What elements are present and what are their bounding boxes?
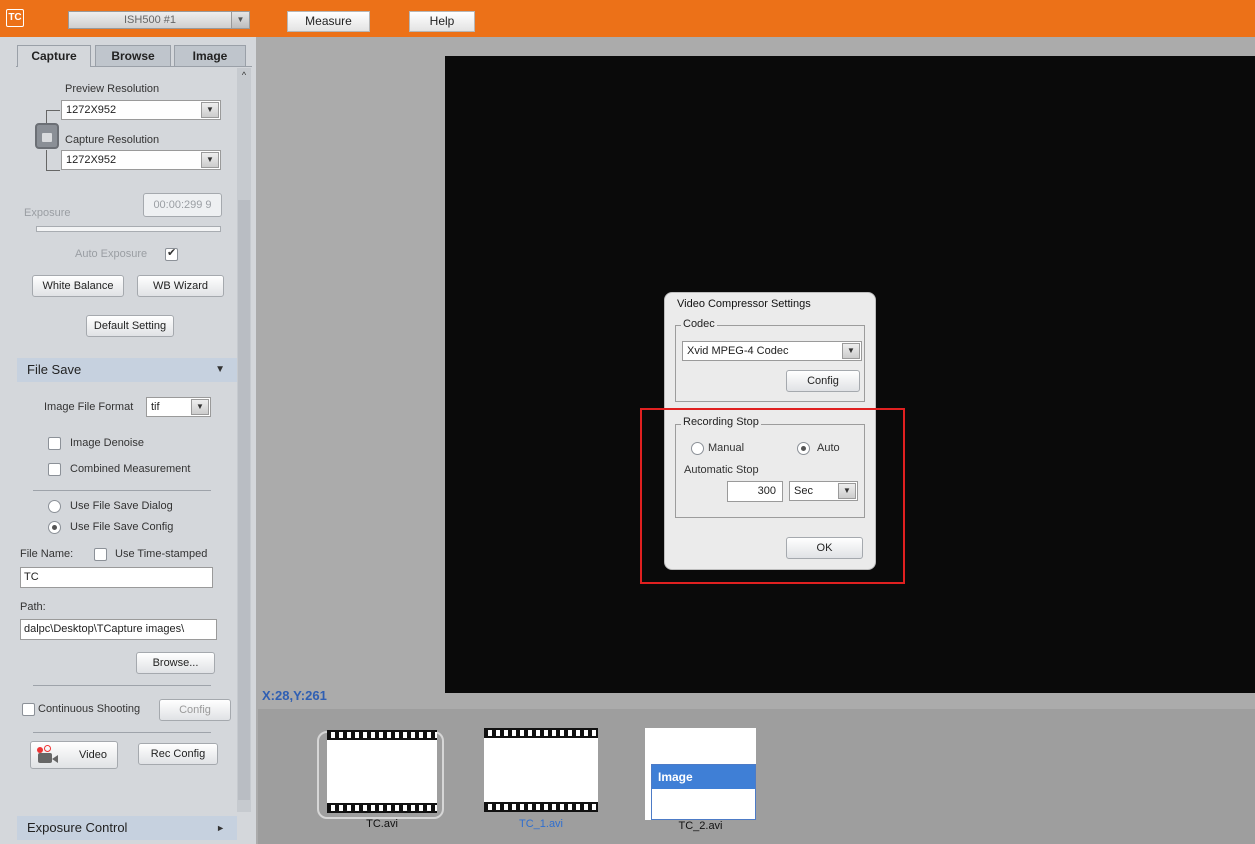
file-name-input[interactable]: TC [20, 567, 213, 588]
auto-exposure-label: Auto Exposure [75, 248, 148, 260]
capture-resolution-value: 1272X952 [66, 154, 117, 166]
chevron-down-icon[interactable]: ▼ [231, 12, 249, 28]
lock-bracket-top-line [46, 110, 60, 111]
thumbnail-image: Image [651, 764, 756, 820]
chevron-down-icon[interactable]: ▼ [842, 343, 860, 359]
rec-config-button[interactable]: Rec Config [138, 743, 218, 765]
image-file-format-label: Image File Format [44, 401, 134, 413]
combined-measurement-label: Combined Measurement [70, 463, 191, 475]
thumbnail-name: TC.avi [366, 818, 398, 830]
use-file-save-config-label: Use File Save Config [70, 521, 174, 533]
film-strip-icon [327, 803, 437, 813]
exposure-label: Exposure [24, 207, 71, 219]
cursor-coordinates: X:28,Y:261 [262, 688, 327, 703]
triangle-right-icon: ► [216, 823, 225, 833]
divider [33, 732, 211, 733]
exposure-time-field[interactable]: 00:00:299 9 [143, 193, 222, 217]
preview-resolution-select[interactable]: 1272X952 ▼ [61, 100, 221, 120]
use-time-stamped-checkbox[interactable] [94, 548, 107, 561]
codec-group-title: Codec [681, 318, 717, 330]
codec-config-button[interactable]: Config [786, 370, 860, 392]
chevron-down-icon[interactable]: ▼ [201, 102, 219, 118]
auto-exposure-checkbox[interactable]: ✔ [165, 247, 178, 261]
triangle-down-icon: ▼ [215, 364, 225, 375]
thumbnail-name: TC_2.avi [678, 820, 723, 832]
exposure-control-header[interactable]: Exposure Control ► [17, 816, 237, 840]
preview-resolution-label: Preview Resolution [65, 83, 160, 95]
use-file-save-dialog-radio[interactable] [48, 500, 61, 513]
capture-resolution-select[interactable]: 1272X952 ▼ [61, 150, 221, 170]
image-denoise-checkbox[interactable] [48, 437, 61, 450]
continuous-shooting-label: Continuous Shooting [38, 703, 141, 715]
path-label: Path: [20, 601, 46, 613]
thumbnail-window-title: Image [652, 765, 755, 789]
use-file-save-dialog-label: Use File Save Dialog [70, 500, 173, 512]
exposure-slider[interactable] [36, 226, 221, 232]
use-time-stamped-label: Use Time-stamped [115, 548, 208, 560]
film-strip-icon [484, 728, 598, 738]
thumbnail-image [484, 738, 598, 802]
exposure-control-title: Exposure Control [27, 820, 128, 835]
scroll-up-icon[interactable]: ^ [238, 70, 250, 82]
checkmark-icon: ✔ [167, 247, 177, 259]
file-name-label: File Name: [20, 548, 74, 560]
divider [33, 490, 211, 491]
codec-value: Xvid MPEG-4 Codec [687, 345, 789, 357]
preview-resolution-value: 1272X952 [66, 104, 117, 116]
camera-select-value: ISH500 #1 [124, 14, 176, 26]
continuous-shooting-checkbox[interactable] [22, 703, 35, 716]
scrollbar-thumb[interactable] [238, 200, 250, 800]
chevron-down-icon[interactable]: ▼ [201, 152, 219, 168]
image-file-format-value: tif [151, 401, 160, 413]
highlight-box [640, 408, 905, 584]
thumbnail-tc-avi[interactable] [327, 730, 437, 817]
app-logo: TC [6, 9, 24, 27]
use-file-save-config-radio[interactable] [48, 521, 61, 534]
continuous-config-button[interactable]: Config [159, 699, 231, 721]
film-strip-icon [327, 730, 437, 740]
lock-bracket-bottom-line [46, 170, 60, 171]
combined-measurement-checkbox[interactable] [48, 463, 61, 476]
thumbnail-tc1-avi[interactable] [484, 728, 598, 816]
thumbnail-tc2-avi[interactable]: Image [645, 728, 756, 820]
image-file-format-select[interactable]: tif ▼ [146, 397, 211, 417]
camera-select[interactable]: ISH500 #1 ▼ [68, 11, 250, 29]
video-button[interactable]: Video [30, 741, 118, 769]
file-save-header[interactable]: File Save ▼ [17, 358, 237, 382]
white-balance-button[interactable]: White Balance [32, 275, 124, 297]
menu-measure[interactable]: Measure [287, 11, 370, 32]
tab-capture[interactable]: Capture [17, 45, 91, 67]
tab-image[interactable]: Image [174, 45, 246, 67]
wb-wizard-button[interactable]: WB Wizard [137, 275, 224, 297]
browse-button[interactable]: Browse... [136, 652, 215, 674]
lock-icon[interactable] [35, 123, 59, 149]
lock-bracket-bottom [46, 150, 47, 170]
image-denoise-label: Image Denoise [70, 437, 144, 449]
thumbnail-name: TC_1.avi [518, 818, 564, 830]
file-save-title: File Save [27, 362, 82, 377]
video-camera-icon [34, 745, 60, 765]
default-setting-button[interactable]: Default Setting [86, 315, 174, 337]
dialog-title: Video Compressor Settings [677, 298, 811, 310]
chevron-down-icon[interactable]: ▼ [191, 399, 209, 415]
menu-help[interactable]: Help [409, 11, 475, 32]
thumbnail-image [327, 740, 437, 803]
codec-select[interactable]: Xvid MPEG-4 Codec ▼ [682, 341, 862, 361]
divider [33, 685, 211, 686]
video-button-label: Video [79, 749, 107, 761]
film-strip-icon [484, 802, 598, 812]
tab-browse[interactable]: Browse [95, 45, 171, 67]
capture-resolution-label: Capture Resolution [65, 134, 160, 146]
path-input[interactable]: dalpc\Desktop\TCapture images\ [20, 619, 217, 640]
